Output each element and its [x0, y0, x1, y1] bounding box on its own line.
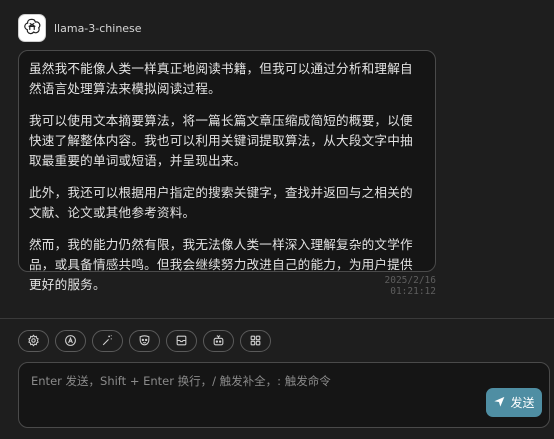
clear-context-button[interactable] [166, 330, 197, 352]
plugins-button[interactable] [240, 330, 271, 352]
message-paragraph: 虽然我不能像人类一样真正地阅读书籍，但我可以通过分析和理解自然语言处理算法来模拟… [29, 61, 413, 96]
chat-toolbar [18, 330, 271, 352]
chat-area: llama-3-chinese 虽然我不能像人类一样真正地阅读书籍，但我可以通过… [0, 0, 554, 318]
message-paragraph: 我可以使用文本摘要算法，将一篇长篇文章压缩成简短的概要，以便快速了解整体内容。我… [29, 113, 413, 168]
message-header: llama-3-chinese [18, 14, 142, 42]
chat-input[interactable] [19, 363, 549, 427]
theme-toggle-button[interactable] [55, 330, 86, 352]
message-timestamp: 2025/2/16 01:21:12 [384, 275, 436, 297]
settings-gear-icon [27, 332, 40, 351]
input-divider [0, 318, 554, 319]
send-button[interactable]: 发送 [486, 388, 542, 417]
send-arrow-icon [493, 395, 510, 411]
magic-wand-icon [101, 332, 114, 351]
chat-input-box [18, 362, 550, 428]
robot-icon [212, 332, 225, 351]
grid-apps-icon [249, 332, 262, 351]
theme-auto-icon [64, 332, 77, 351]
prompt-button[interactable] [92, 330, 123, 352]
model-select-button[interactable] [203, 330, 234, 352]
settings-button[interactable] [18, 330, 49, 352]
send-button-label: 发送 [510, 396, 535, 410]
model-avatar [18, 14, 46, 42]
assistant-message-bubble: 虽然我不能像人类一样真正地阅读书籍，但我可以通过分析和理解自然语言处理算法来模拟… [18, 50, 436, 292]
model-name: llama-3-chinese [54, 21, 142, 35]
mask-button[interactable] [129, 330, 160, 352]
clear-context-icon [175, 332, 188, 351]
openai-logo-icon [23, 17, 41, 39]
message-paragraph: 此外，我还可以根据用户指定的搜索关键字，查找并返回与之相关的文献、论文或其他参考… [29, 185, 413, 220]
mask-face-icon [138, 332, 151, 351]
